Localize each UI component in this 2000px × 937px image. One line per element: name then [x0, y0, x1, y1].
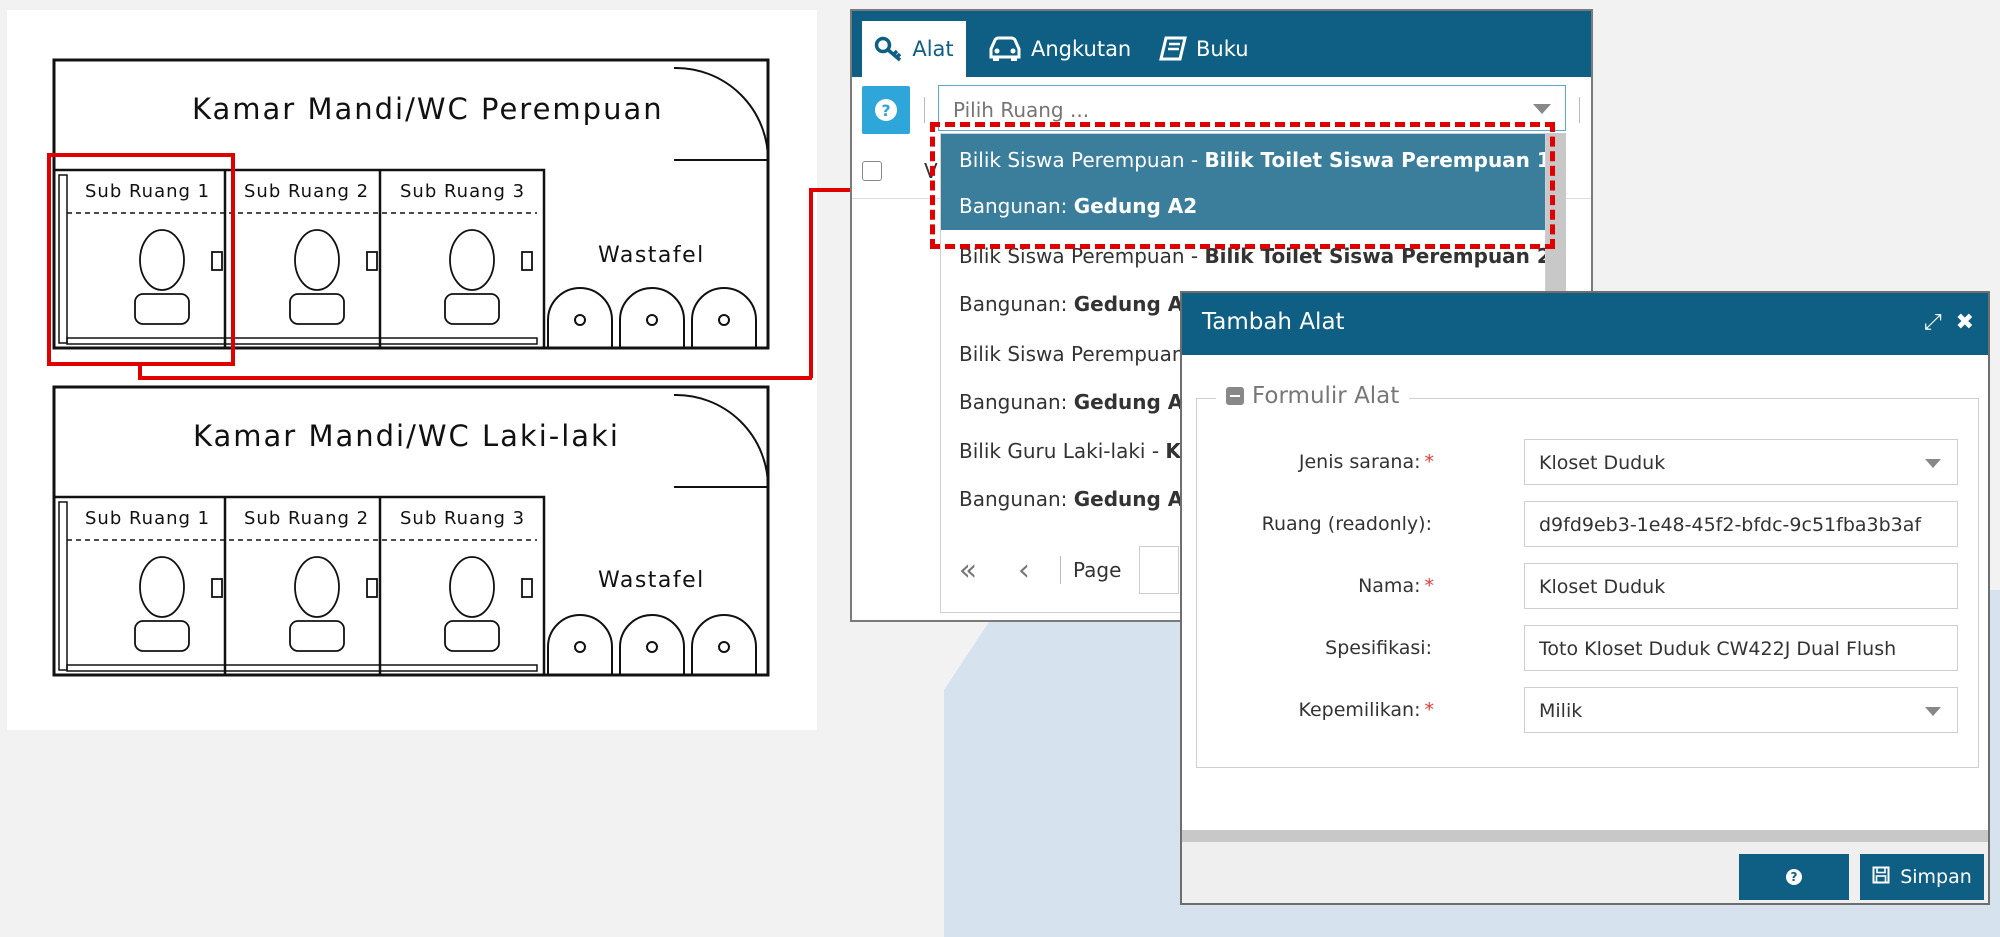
save-button[interactable]: Simpan [1860, 854, 1984, 900]
bottom-room-title: Kamar Mandi/WC Laki-laki [193, 419, 620, 453]
top-sink-label: Wastafel [598, 243, 705, 268]
floor-plan: Kamar Mandi/WC Perempuan Kamar Mandi/WC … [7, 10, 817, 730]
nama-label: Nama: [1358, 575, 1421, 597]
collapse-icon[interactable] [1226, 387, 1244, 405]
dialog-help-button[interactable]: ? [1739, 854, 1849, 900]
fieldset-legend-label: Formulir Alat [1252, 383, 1400, 409]
dialog-header: Tambah Alat ⤢ ✖ [1182, 293, 1988, 355]
connector-line [138, 364, 812, 380]
jenis-sarana-select[interactable]: Kloset Duduk [1524, 439, 1958, 485]
form-row-jenis-sarana: Jenis sarana: * Kloset Duduk [1182, 439, 1982, 485]
tab-angkutan[interactable]: Angkutan [987, 21, 1131, 77]
chevron-down-icon[interactable] [1533, 104, 1551, 114]
required-marker: * [1424, 575, 1435, 597]
ruang-readonly-field[interactable]: d9fd9eb3-1e48-45f2-bfdc-9c51fba3b3af [1524, 501, 1958, 547]
key-icon [874, 36, 904, 62]
form-row-nama: Nama: * Kloset Duduk [1182, 563, 1982, 609]
save-button-label: Simpan [1900, 866, 1972, 888]
close-icon[interactable]: ✖ [1956, 309, 1974, 337]
bottom-sub-room-3-label: Sub Ruang 3 [400, 508, 526, 529]
select-all-checkbox[interactable] [862, 161, 882, 181]
dialog-title: Tambah Alat [1202, 309, 1345, 335]
top-room-title: Kamar Mandi/WC Perempuan [192, 92, 664, 126]
tab-alat-label: Alat [912, 37, 954, 61]
dialog-splitter[interactable] [1182, 830, 1988, 842]
required-marker: * [1424, 451, 1435, 473]
kepemilikan-label: Kepemilikan: [1298, 699, 1421, 721]
tab-buku[interactable]: Buku [1158, 21, 1249, 77]
prev-page-button[interactable]: ‹ [996, 553, 1052, 588]
top-sub-room-1-label: Sub Ruang 1 [85, 181, 211, 202]
chevron-down-icon[interactable] [1925, 707, 1941, 716]
selection-callout [930, 122, 1555, 249]
dropdown-pager: « ‹ Page [940, 546, 1180, 594]
spesifikasi-input[interactable]: Toto Kloset Duduk CW422J Dual Flush [1524, 625, 1958, 671]
maximize-icon[interactable]: ⤢ [1924, 309, 1942, 337]
toolbar-separator [1579, 97, 1580, 123]
form-row-kepemilikan: Kepemilikan: * Milik [1182, 687, 1982, 733]
kepemilikan-select[interactable]: Milik [1524, 687, 1958, 733]
top-sub-room-3-label: Sub Ruang 3 [400, 181, 526, 202]
bottom-sub-room-1-label: Sub Ruang 1 [85, 508, 211, 529]
page-label: Page [1073, 558, 1122, 582]
form-row-spesifikasi: Spesifikasi: Toto Kloset Duduk CW422J Du… [1182, 625, 1982, 671]
nama-input[interactable]: Kloset Duduk [1524, 563, 1958, 609]
pager-separator [1060, 556, 1061, 584]
bottom-sink-label: Wastafel [598, 568, 705, 593]
page-number-input[interactable] [1139, 546, 1180, 594]
car-icon [987, 35, 1023, 63]
tab-angkutan-label: Angkutan [1031, 37, 1132, 61]
question-icon: ? [875, 99, 897, 121]
fieldset-legend[interactable]: Formulir Alat [1216, 383, 1410, 409]
top-sub-room-2-label: Sub Ruang 2 [244, 181, 370, 202]
form-row-ruang: Ruang (readonly): d9fd9eb3-1e48-45f2-bfd… [1182, 501, 1982, 547]
required-marker: * [1424, 699, 1435, 721]
toolbar-separator [924, 97, 925, 123]
first-page-button[interactable]: « [940, 553, 996, 588]
help-button[interactable]: ? [862, 86, 910, 134]
bottom-sub-room-2-label: Sub Ruang 2 [244, 508, 370, 529]
book-icon [1158, 35, 1188, 63]
ruang-label: Ruang (readonly): [1261, 513, 1432, 535]
question-icon: ? [1786, 869, 1802, 885]
spesifikasi-label: Spesifikasi: [1325, 637, 1432, 659]
chevron-down-icon[interactable] [1925, 459, 1941, 468]
tab-alat[interactable]: Alat [862, 21, 966, 77]
jenis-sarana-label: Jenis sarana: [1298, 451, 1421, 473]
tab-buku-label: Buku [1196, 37, 1249, 61]
tab-bar: Alat Angkutan Buku [852, 11, 1591, 77]
tambah-alat-dialog: Tambah Alat ⤢ ✖ Formulir Alat Jenis sara… [1180, 291, 1990, 905]
save-icon [1872, 866, 1890, 889]
